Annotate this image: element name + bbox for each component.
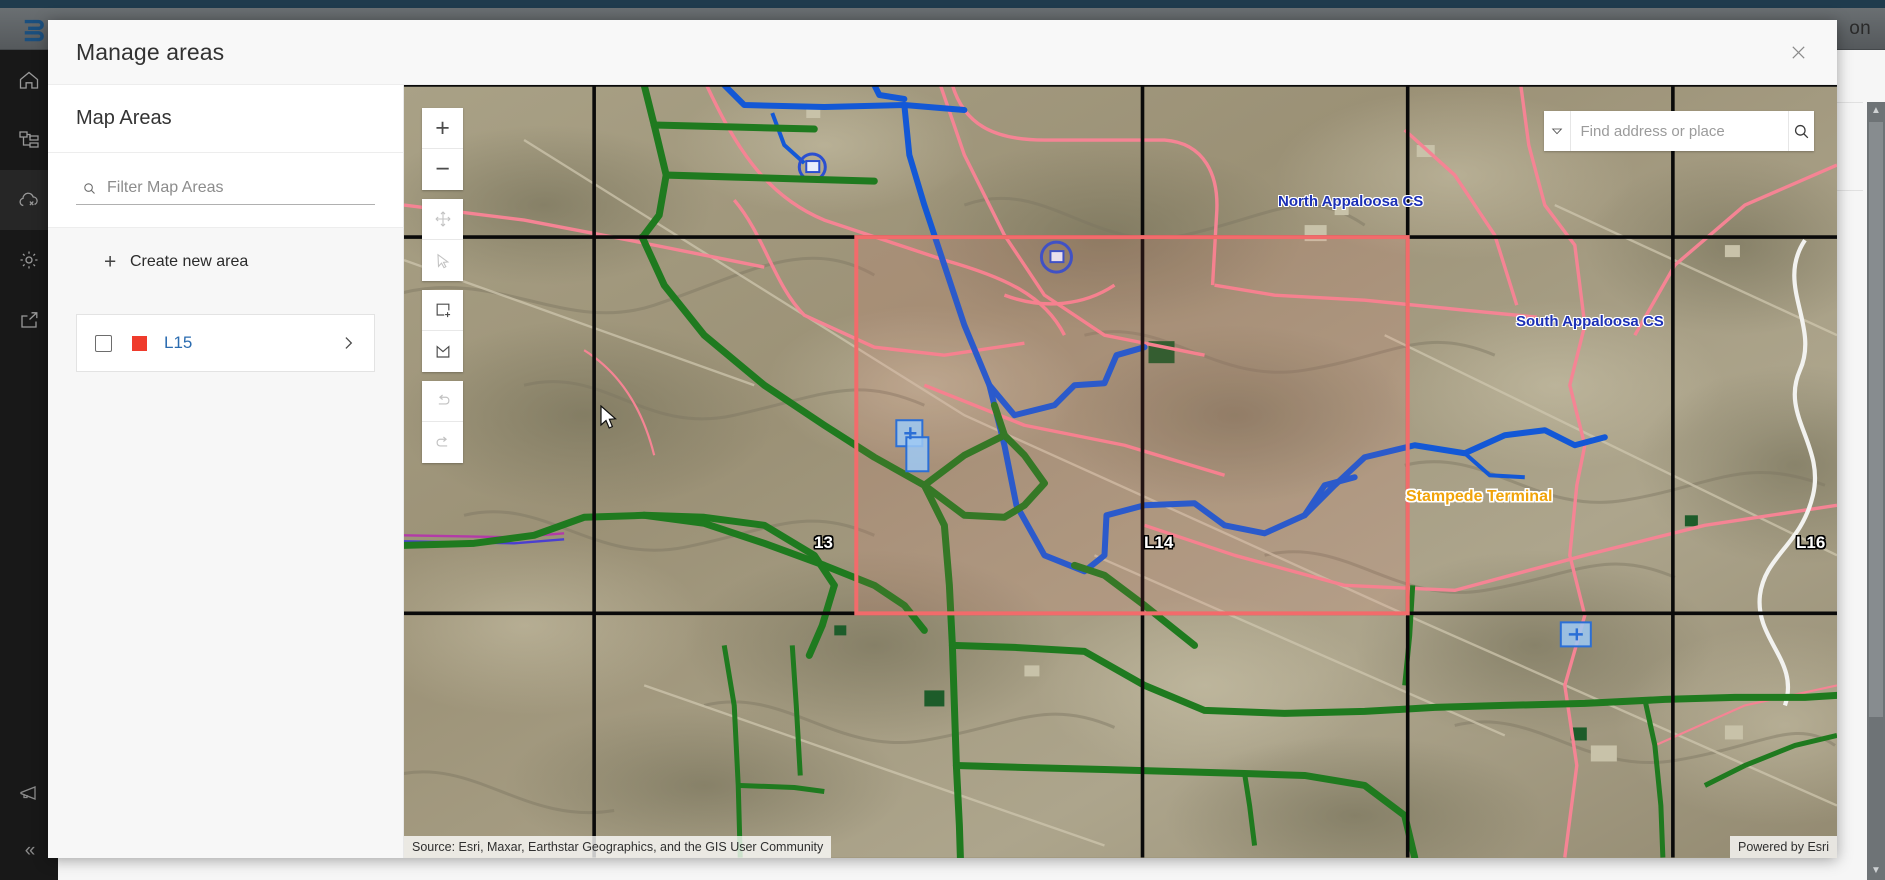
draw-polygon-button[interactable] — [422, 331, 463, 372]
panel-title-row: Map Areas — [48, 85, 403, 153]
search-input[interactable] — [107, 179, 371, 197]
filter-section — [48, 153, 403, 228]
panel-title: Map Areas — [76, 107, 172, 129]
area-color-swatch — [132, 335, 147, 351]
modal-body: Map Areas + Create new area L15 — [48, 85, 1837, 858]
filter-field[interactable] — [76, 177, 375, 205]
rectangle-plus-icon — [436, 303, 450, 318]
area-label: L15 — [164, 333, 193, 352]
scroll-up-arrow-icon[interactable]: ▲ — [1867, 102, 1885, 120]
zoom-out-button[interactable]: − — [422, 149, 463, 190]
undo-button[interactable] — [422, 381, 463, 422]
area-checkbox[interactable] — [95, 334, 112, 352]
search-icon — [84, 182, 95, 194]
navigation-tool-group — [422, 199, 463, 281]
double-chevron-left-icon: « — [24, 840, 35, 861]
list-item[interactable]: L15 — [76, 314, 375, 372]
layers-hierarchy-icon — [19, 131, 39, 148]
chevron-right-icon[interactable] — [338, 333, 358, 353]
zoom-in-button[interactable]: + — [422, 108, 463, 149]
add-area-rectangle-button[interactable] — [422, 290, 463, 331]
history-tool-group — [422, 381, 463, 463]
search-magnifier-glyph — [1794, 124, 1809, 138]
gear-icon — [20, 251, 38, 269]
manage-areas-modal: Manage areas Map Areas + — [48, 20, 1837, 858]
map-view[interactable]: North Appaloosa CS South Appaloosa CS St… — [404, 85, 1837, 858]
map-search-widget — [1544, 111, 1814, 151]
create-new-area-label: Create new area — [130, 253, 249, 270]
map-toolbar: + − — [422, 108, 463, 472]
search-icon[interactable] — [1787, 111, 1815, 151]
address-search-input[interactable] — [1570, 122, 1788, 140]
zoom-tool-group: + − — [422, 108, 463, 190]
plus-icon: + — [104, 250, 117, 274]
chevron-down-glyph — [1551, 128, 1563, 135]
close-icon[interactable] — [1781, 35, 1815, 69]
map-areas-panel: Map Areas + Create new area L15 — [48, 85, 404, 858]
scrollbar-thumb[interactable] — [1869, 122, 1883, 717]
share-export-icon — [21, 312, 38, 328]
modal-title: Manage areas — [76, 38, 225, 65]
map-attribution: Source: Esri, Maxar, Earthstar Geographi… — [404, 836, 832, 858]
create-new-area-button[interactable]: + Create new area — [48, 228, 403, 296]
app-top-accent-bar — [0, 0, 1885, 8]
map-areas-list: L15 — [48, 296, 403, 858]
cursor-arrow-icon — [436, 253, 449, 268]
pan-move-icon — [435, 211, 450, 227]
polygon-icon — [436, 344, 449, 358]
map-imagery — [404, 85, 1837, 858]
scroll-down-arrow-icon[interactable]: ▼ — [1867, 862, 1885, 880]
page-scrollbar[interactable]: ▲ ▼ — [1867, 102, 1885, 880]
redo-button[interactable] — [422, 422, 463, 463]
chevron-right-glyph — [345, 337, 353, 349]
home-icon — [19, 71, 39, 89]
offline-cloud-icon — [19, 192, 38, 207]
minus-icon: − — [435, 155, 450, 183]
megaphone-icon — [20, 786, 36, 800]
modal-header: Manage areas — [48, 20, 1837, 85]
close-x-glyph — [1791, 45, 1805, 59]
select-tool-button[interactable] — [422, 240, 463, 281]
powered-by-esri: Powered by Esri — [1729, 836, 1837, 858]
undo-arrow-icon — [438, 394, 449, 405]
draw-tool-group — [422, 290, 463, 372]
app-header-text: on — [1849, 18, 1871, 39]
redo-arrow-icon — [436, 436, 447, 446]
pan-tool-button[interactable] — [422, 199, 463, 240]
plus-icon: + — [435, 113, 450, 142]
chevron-down-icon[interactable] — [1544, 111, 1571, 151]
